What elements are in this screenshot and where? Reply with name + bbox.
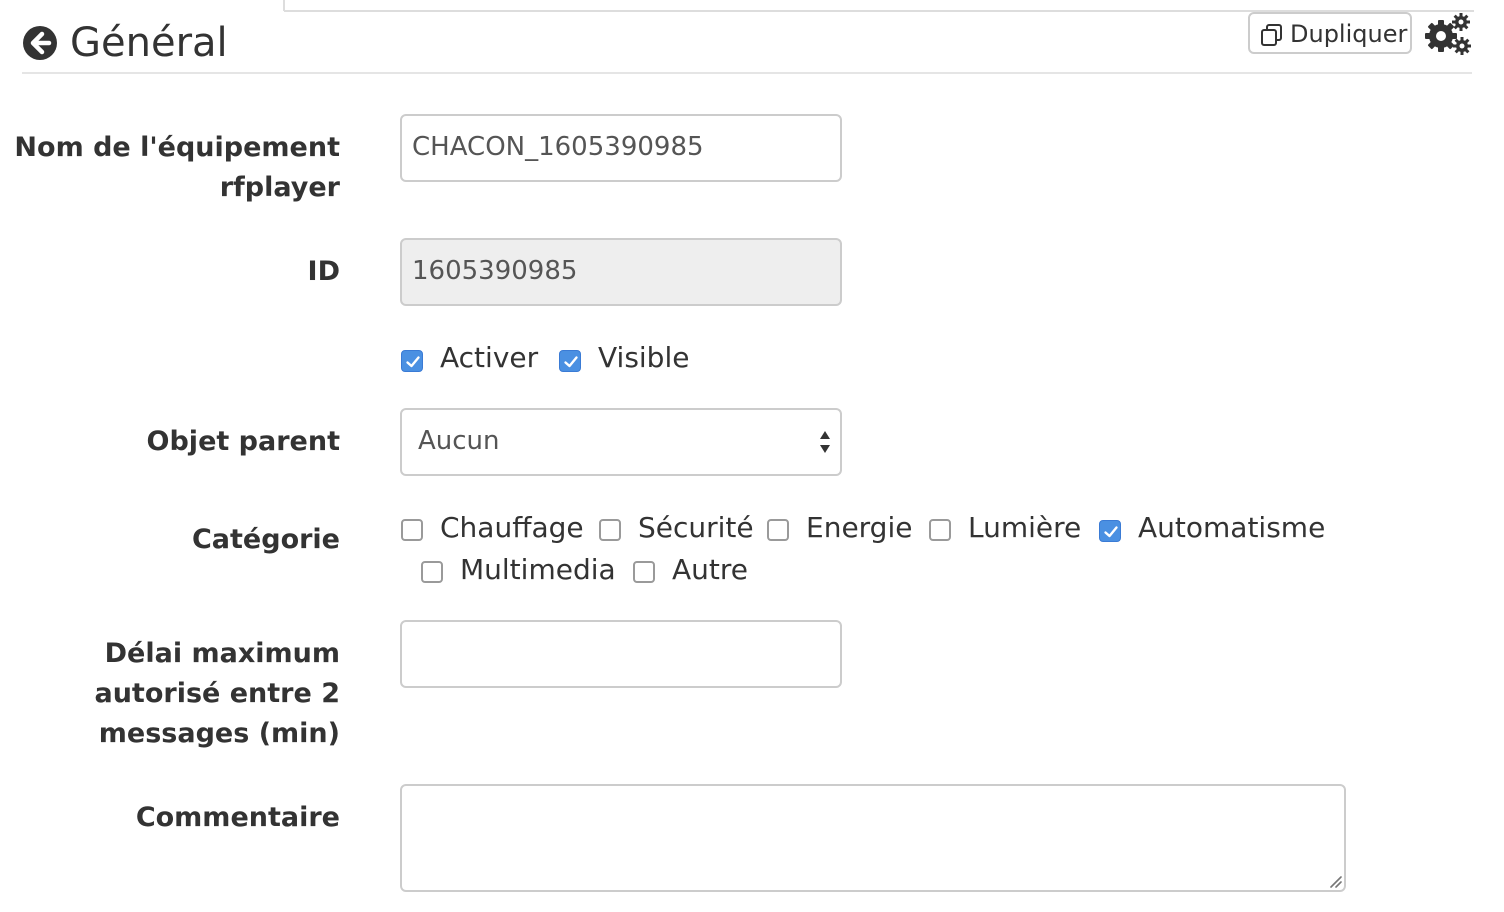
back-arrow-icon[interactable] [22,25,58,61]
parent-object-value: Aucun [418,426,500,456]
enable-label: Activer [440,341,539,374]
category-label-multimedia: Multimedia [460,553,616,586]
category-checkbox-lumiere[interactable] [929,519,951,541]
equipment-name-label: Nom de l'équipement rfplayer [14,132,340,203]
category-label-automatisme: Automatisme [1138,511,1326,544]
duplicate-button[interactable]: Dupliquer [1248,12,1412,54]
category-checkbox-chauffage[interactable] [401,519,423,541]
category-label-chauffage: Chauffage [440,511,584,544]
check-icon [564,356,578,368]
visible-label: Visible [598,341,690,374]
comment-textarea[interactable] [400,784,1346,892]
gears-icon[interactable] [1424,12,1472,56]
category-checkbox-automatisme[interactable] [1099,520,1121,542]
id-field: 1605390985 [400,238,842,306]
parent-object-label: Objet parent [146,426,340,457]
category-label-autre: Autre [672,553,749,586]
category-checkbox-multimedia[interactable] [421,561,443,583]
category-label-securite: Sécurité [638,511,754,544]
id-label: ID [307,256,340,287]
equipment-name-input[interactable]: CHACON_1605390985 [400,114,842,182]
category-label-lumiere: Lumière [968,511,1082,544]
visible-checkbox[interactable] [559,350,581,372]
max-delay-input[interactable] [400,620,842,688]
comment-label: Commentaire [135,802,340,833]
category-checkbox-autre[interactable] [633,561,655,583]
resize-grip-icon[interactable] [1326,872,1342,888]
select-arrows-icon [820,431,830,453]
max-delay-label: Délai maximum autorisé entre 2 messages … [94,638,340,749]
check-icon [406,356,420,368]
parent-object-select[interactable]: Aucun [400,408,842,476]
copy-icon [1261,24,1282,46]
section-title: Général [70,20,228,66]
check-icon [1104,526,1118,538]
category-label: Catégorie [191,524,340,555]
duplicate-button-label: Dupliquer [1290,20,1408,48]
category-checkbox-energie[interactable] [767,519,789,541]
category-checkbox-securite[interactable] [599,519,621,541]
enable-checkbox[interactable] [401,350,423,372]
category-label-energie: Energie [806,511,913,544]
section-header: Général Dupliquer [22,12,1472,74]
